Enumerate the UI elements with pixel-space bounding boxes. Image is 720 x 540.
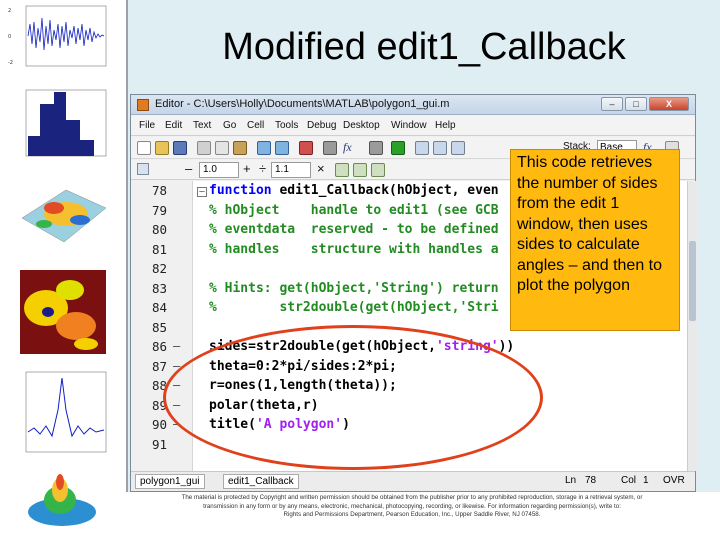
step-icon[interactable] [415,141,429,155]
code-text: function edit1_Callback(hObject, even [209,183,499,198]
undo-icon[interactable] [257,141,271,155]
code-text: % Hints: get(hObject,'String') return [209,281,499,296]
code-text: % handles structure with handles a [209,242,499,257]
editor-menubar: File Edit Text Go Cell Tools Debug Deskt… [131,116,695,136]
thumbnail-strip: 2 0 -2 [0,0,120,540]
fractal-image-thumbnail [20,270,106,354]
menu-go[interactable]: Go [223,120,236,131]
breakpoint-icon[interactable] [369,141,383,155]
peaks-surface-thumbnail [28,474,96,526]
run-icon[interactable] [391,141,405,155]
fx-label[interactable]: fx [343,140,352,155]
slide-title: Modified edit1_Callback [222,26,626,68]
line-number: 79 [151,202,167,218]
footer-line-1: The material is protected by Copyright a… [181,494,643,501]
code-token: % Hints: get(hObject,'String') return [209,280,499,296]
cell-mode-icon[interactable] [137,163,149,175]
open-folder-icon[interactable] [155,141,169,155]
vertical-scrollbar[interactable] [687,181,697,471]
line-number: 88 [151,378,167,393]
histogram-thumbnail [25,89,107,157]
line-number: 81 [151,241,167,257]
code-text: % eventdata reserved - to be defined [209,222,499,237]
svg-text:2: 2 [8,8,11,14]
file-tab[interactable]: polygon1_gui [135,474,205,489]
menu-file[interactable]: File [139,120,155,131]
overwrite-mode: OVR [663,475,685,486]
surface-plot-thumbnail [21,189,107,243]
editor-titlebar[interactable]: Editor - C:\Users\Holly\Documents\MATLAB… [131,95,695,115]
divide-button[interactable]: ÷ [259,161,266,176]
maximize-button[interactable]: □ [625,97,647,111]
code-token: % str2double(get(hObject,'Stri [209,300,499,315]
editor-app-icon [137,99,149,111]
step-in-icon[interactable] [433,141,447,155]
menu-debug[interactable]: Debug [307,120,336,131]
line-value: 78 [585,475,597,486]
copyright-footer: The material is protected by Copyright a… [112,494,712,520]
multiply-button[interactable]: × [317,161,325,176]
file-eval-icon[interactable] [371,163,385,177]
code-text: % str2double(get(hObject,'Stri [209,300,499,315]
cell-value-input-2[interactable]: 1.1 [271,162,311,178]
scrollbar-thumb[interactable] [689,241,696,321]
code-token: % handles structure with handles a [209,241,499,257]
column-label: Col [621,475,637,486]
fold-toggle-icon[interactable]: – [197,187,207,197]
decrement-button[interactable]: – [185,161,192,176]
close-button[interactable]: X [649,97,689,111]
cell-eval-advance-icon[interactable] [353,163,367,177]
code-token: edit1_Callback(hObject, even [279,183,499,198]
cut-icon[interactable] [197,141,211,155]
highlight-ellipse [163,325,543,470]
line-number: 82 [151,261,167,276]
code-token: function [209,183,280,198]
line-number: 84 [151,300,167,315]
sinc-plot-thumbnail [25,371,107,453]
callout-box: This code retrieves the number of sides … [510,149,680,331]
redo-icon[interactable] [275,141,289,155]
line-number: 85 [151,319,167,335]
code-token: % eventdata reserved - to be defined [209,222,499,237]
svg-text:0: 0 [8,34,11,40]
code-text: % hObject handle to edit1 (see GCB [209,203,499,218]
line-number: 87 [151,358,167,374]
line-number: 78 [151,183,167,198]
line-number: 83 [151,280,167,296]
column-value: 1 [643,475,649,486]
line-number: 90 [151,417,167,432]
increment-button[interactable]: + [243,161,251,176]
svg-text:-2: -2 [8,60,13,66]
code-token: % hObject handle to edit1 (see GCB [209,202,499,218]
line-number: 91 [151,436,167,452]
footer-line-2: transmission in any form or by any means… [203,502,621,510]
line-number: 86 [151,339,167,354]
minimize-button[interactable]: – [601,97,623,111]
menu-window[interactable]: Window [391,120,427,131]
line-number: 80 [151,222,167,237]
cell-value-input-1[interactable]: 1.0 [199,162,239,178]
cell-eval-icon[interactable] [335,163,349,177]
editor-statusbar: polygon1_gui edit1_Callback Ln 78 Col 1 … [131,471,695,491]
menu-help[interactable]: Help [435,120,456,131]
copy-icon[interactable] [215,141,229,155]
paste-icon[interactable] [233,141,247,155]
line-label: Ln [565,475,577,486]
footer-line-3: Rights and Permissions Department, Pears… [283,511,541,518]
menu-edit[interactable]: Edit [165,120,182,131]
editor-title: Editor - C:\Users\Holly\Documents\MATLAB… [155,98,450,110]
signal-plot-thumbnail: 2 0 -2 [8,5,107,67]
menu-text[interactable]: Text [193,120,211,131]
menu-cell[interactable]: Cell [247,120,264,131]
step-out-icon[interactable] [451,141,465,155]
save-icon[interactable] [173,141,187,155]
menu-desktop[interactable]: Desktop [343,120,380,131]
find-icon[interactable] [323,141,337,155]
new-file-icon[interactable] [137,141,151,155]
function-tab[interactable]: edit1_Callback [223,474,299,489]
callout-text: This code retrieves the number of sides … [517,154,663,294]
executable-line-marker[interactable]: – [173,339,180,353]
print-icon[interactable] [299,141,313,155]
menu-tools[interactable]: Tools [275,120,298,131]
